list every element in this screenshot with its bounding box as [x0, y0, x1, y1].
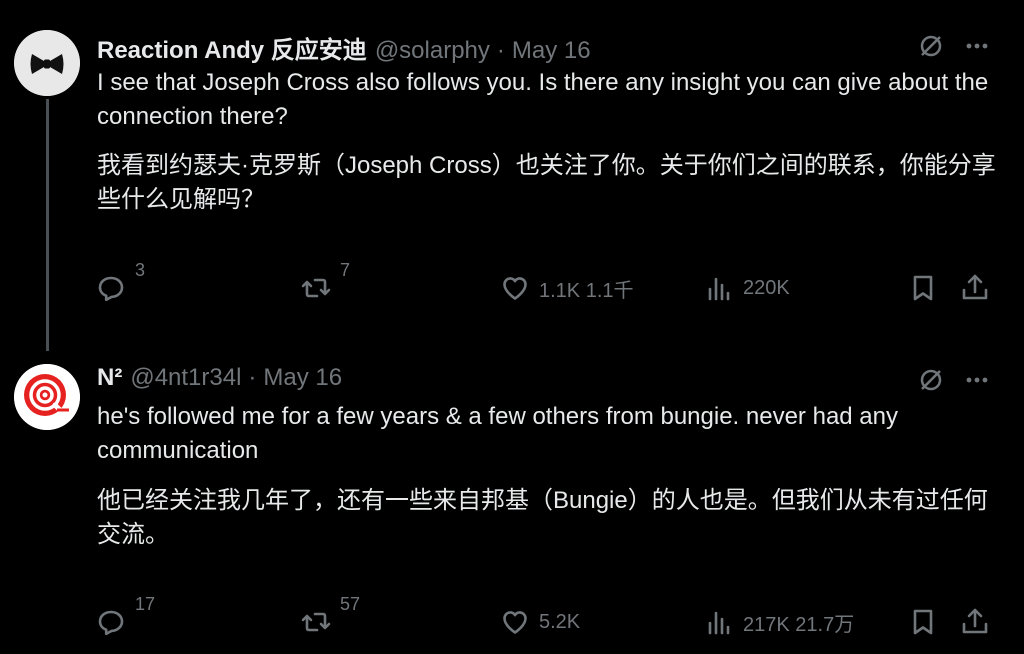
- tweet-text-chinese: 我看到约瑟夫·克罗斯（Joseph Cross）也关注了你。关于你们之间的联系，…: [97, 152, 996, 213]
- bookmark-icon: [913, 609, 933, 635]
- tweet-actions: 3 7 1.1K 1.1千 220K: [95, 260, 995, 308]
- repost-button[interactable]: 57: [300, 594, 360, 642]
- like-button[interactable]: 5.2K: [499, 602, 580, 642]
- bookmark-button[interactable]: [907, 268, 939, 308]
- like-icon: [503, 277, 527, 300]
- reply-icon: [98, 610, 124, 636]
- like-icon: [503, 611, 527, 634]
- thread-connector-line: [46, 99, 49, 351]
- share-icon: [962, 608, 988, 634]
- header-actions: [918, 367, 990, 393]
- repost-count: 7: [340, 260, 351, 280]
- display-name[interactable]: N²: [97, 364, 122, 392]
- views-count: 220K: [743, 276, 790, 299]
- grok-icon[interactable]: [918, 33, 944, 59]
- views-count: 217K 21.7万: [743, 613, 855, 636]
- user-handle[interactable]: @4nt1r34l: [130, 364, 241, 392]
- like-count: 5.2K: [539, 610, 581, 633]
- tweet-date[interactable]: May 16: [263, 364, 342, 392]
- reply-icon: [98, 276, 124, 302]
- views-button[interactable]: 220K: [703, 268, 790, 308]
- repost-icon: [301, 278, 331, 298]
- repost-button[interactable]: 7: [300, 260, 350, 308]
- share-button[interactable]: [959, 602, 991, 642]
- avatar[interactable]: [14, 364, 80, 430]
- more-icon[interactable]: [964, 33, 990, 59]
- bookmark-button[interactable]: [907, 602, 939, 642]
- repost-count: 57: [340, 594, 361, 614]
- header-actions: [918, 33, 990, 59]
- separator-dot: ·: [248, 364, 257, 391]
- tweet-thread: Reaction Andy 反应安迪 @solarphy · May 16 I …: [0, 0, 1024, 654]
- grok-icon[interactable]: [918, 367, 944, 393]
- share-icon: [962, 274, 988, 300]
- tweet-text-english: he's followed me for a few years & a few…: [97, 403, 898, 464]
- share-button[interactable]: [959, 268, 991, 308]
- reply-count: 17: [135, 594, 156, 614]
- tweet-header: N² @4nt1r34l · May 16: [97, 364, 342, 394]
- views-button[interactable]: 217K 21.7万: [703, 602, 854, 642]
- tweet-date[interactable]: May 16: [512, 37, 591, 65]
- more-icon[interactable]: [964, 367, 990, 393]
- tweet-header: Reaction Andy 反应安迪 @solarphy · May 16: [97, 30, 591, 64]
- display-name[interactable]: Reaction Andy 反应安迪: [97, 30, 367, 65]
- bookmark-icon: [913, 275, 933, 301]
- tweet-actions: 17 57 5.2K 217K 21.7万: [95, 594, 995, 642]
- avatar[interactable]: [14, 30, 80, 96]
- red-target-avatar-icon: [14, 364, 80, 430]
- repost-icon: [301, 612, 331, 632]
- tweet-text-chinese: 他已经关注我几年了，还有一些来自邦基（Bungie）的人也是。但我们从未有过任何…: [97, 487, 988, 548]
- tweet-text-english: I see that Joseph Cross also follows you…: [97, 69, 989, 130]
- views-icon: [708, 277, 730, 301]
- like-button[interactable]: 1.1K 1.1千: [499, 268, 634, 308]
- user-handle[interactable]: @solarphy: [375, 37, 490, 65]
- views-icon: [708, 611, 730, 635]
- separator-dot: ·: [496, 37, 505, 64]
- reply-count: 3: [135, 260, 146, 280]
- like-count: 1.1K 1.1千: [539, 279, 634, 302]
- bowtie-avatar-icon: [14, 30, 80, 96]
- reply-button[interactable]: 17: [95, 594, 155, 642]
- reply-button[interactable]: 3: [95, 260, 145, 308]
